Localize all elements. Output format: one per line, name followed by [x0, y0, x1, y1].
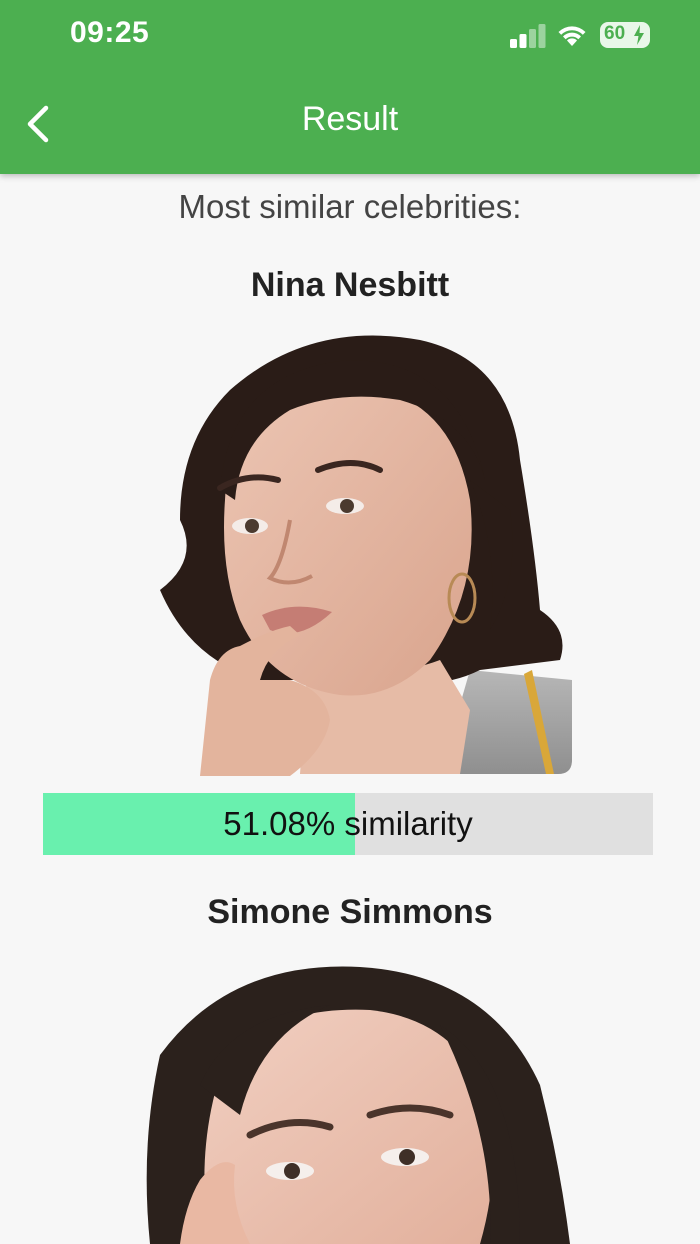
status-bar: 09:25 60 — [0, 0, 700, 70]
app-bar: 09:25 60 Result — [0, 0, 700, 174]
status-time: 09:25 — [70, 16, 150, 49]
celebrity-photo — [146, 966, 570, 1244]
celebrity-photo — [160, 335, 572, 776]
celebrity-name: Nina Nesbitt — [250, 266, 450, 304]
wifi-icon — [558, 26, 586, 46]
similarity-label: 51.08% similarity — [223, 805, 473, 842]
similarity-bar: 51.08% similarity — [43, 793, 653, 855]
page-title: Result — [301, 100, 399, 138]
bolt-icon — [634, 25, 644, 45]
celebrity-name: Simone Simmons — [207, 893, 493, 931]
results-subtitle: Most similar celebrities: — [178, 188, 522, 225]
cellular-signal-icon — [510, 24, 546, 48]
battery-charging-icon: 60 — [600, 22, 650, 48]
battery-level: 60 — [604, 23, 626, 44]
